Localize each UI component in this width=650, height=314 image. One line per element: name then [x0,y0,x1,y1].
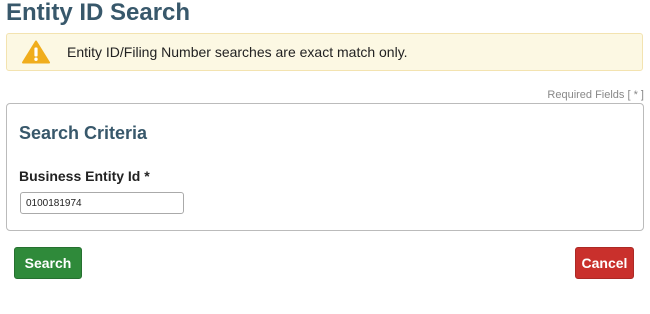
warning-alert: Entity ID/Filing Number searches are exa… [6,33,643,71]
warning-icon [22,40,50,64]
search-criteria-panel: Search Criteria Business Entity Id * [6,103,644,231]
entity-id-search-page: Entity ID Search Entity ID/Filing Number… [0,0,650,314]
business-entity-id-input[interactable] [20,192,184,214]
alert-message: Entity ID/Filing Number searches are exa… [67,44,408,60]
search-button[interactable]: Search [14,247,82,279]
business-entity-id-label: Business Entity Id * [19,168,150,184]
required-fields-note: Required Fields [ * ] [547,89,644,101]
search-criteria-heading: Search Criteria [19,123,148,143]
cancel-button[interactable]: Cancel [575,247,634,279]
page-title: Entity ID Search [6,0,191,26]
